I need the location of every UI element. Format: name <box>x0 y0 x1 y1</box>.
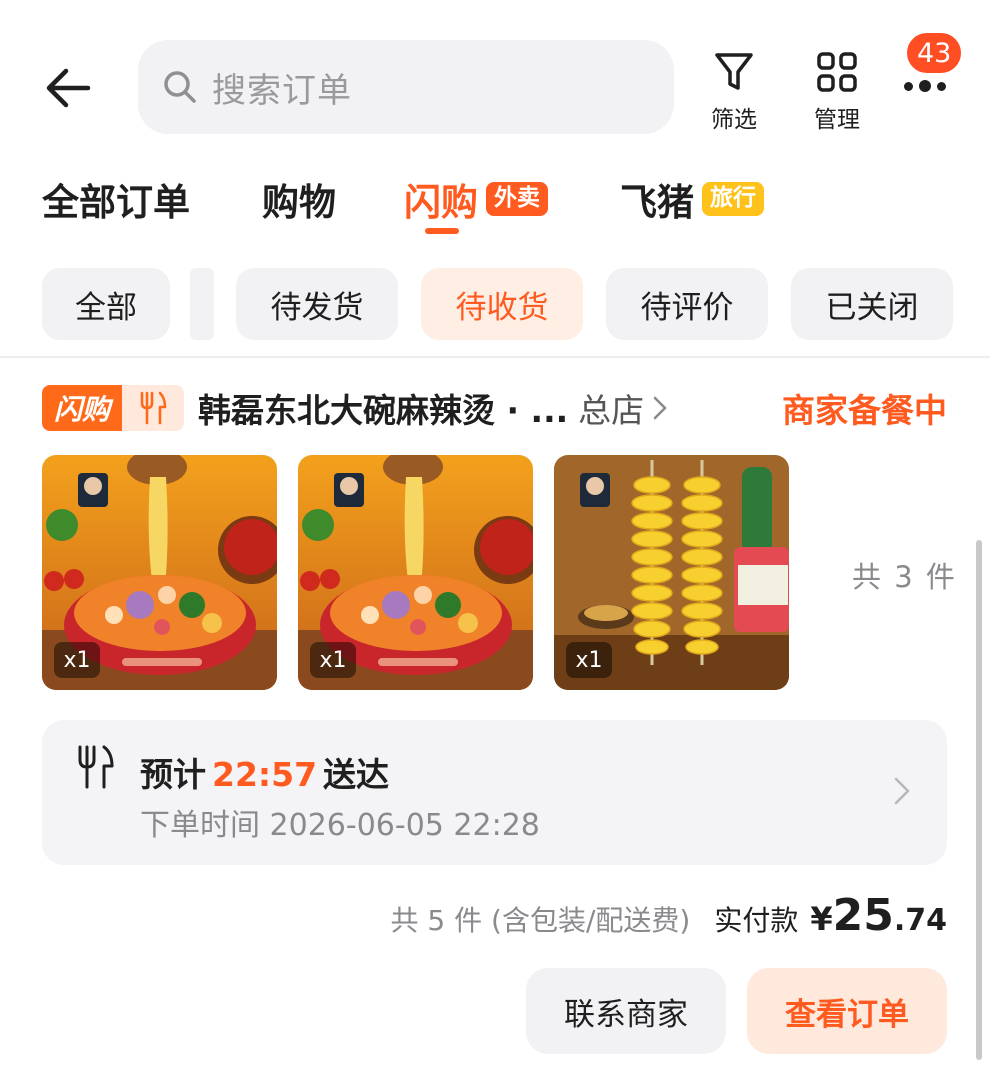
tab-label: 全部订单 <box>42 181 190 224</box>
button-label: 联系商家 <box>564 996 688 1033</box>
tab-shopping[interactable]: 购物 <box>262 172 336 226</box>
utensils-icon <box>76 744 116 794</box>
chip-to-receive[interactable]: 待收货 <box>421 268 583 340</box>
active-tab-indicator <box>425 228 459 234</box>
chip-to-ship[interactable]: 待发货 <box>236 268 398 340</box>
search-placeholder: 搜索订单 <box>212 70 352 111</box>
chip-separator <box>190 268 214 340</box>
tab-label: 购物 <box>262 181 336 224</box>
order-time: 下单时间 2026-06-05 22:28 <box>140 808 540 843</box>
filter-button[interactable]: 筛选 <box>694 50 774 134</box>
back-button[interactable] <box>40 58 100 118</box>
arrow-left-icon <box>46 68 91 108</box>
shop-name[interactable]: 韩磊东北大碗麻辣烫 · ... <box>198 384 568 432</box>
order-status: 商家备餐中 <box>782 391 947 430</box>
contact-merchant-button[interactable]: 联系商家 <box>526 968 726 1054</box>
chip-all[interactable]: 全部 <box>42 268 170 340</box>
eta-text: 预计 22:57 送达 <box>140 748 389 796</box>
items-summary: 共 5 件 (含包装/配送费) <box>390 904 691 937</box>
scrollbar[interactable] <box>976 540 982 1060</box>
more-dots-icon <box>904 80 946 92</box>
chip-label: 全部 <box>75 289 137 326</box>
amount-decimal: .74 <box>893 903 947 938</box>
travel-tag: 旅行 <box>702 182 764 216</box>
eta-time: 22:57 <box>212 755 318 794</box>
chip-closed[interactable]: 已关闭 <box>791 268 953 340</box>
chip-label: 待收货 <box>455 289 549 326</box>
tab-fliggy[interactable]: 飞猪 旅行 <box>620 172 764 226</box>
item-thumbnail[interactable]: x1 <box>554 455 789 690</box>
chevron-right-icon <box>652 395 668 421</box>
tab-all-orders[interactable]: 全部订单 <box>42 172 190 226</box>
funnel-icon <box>715 53 753 90</box>
utensils-icon <box>122 385 185 431</box>
currency-symbol: ¥ <box>810 900 833 938</box>
item-thumbnail[interactable]: x1 <box>298 455 533 690</box>
quantity-badge: x1 <box>54 642 100 678</box>
shop-header[interactable]: 闪购 韩磊东北大碗麻辣烫 · ... 总店 商家备餐中 <box>42 382 947 434</box>
chevron-right-icon <box>893 776 911 810</box>
platform-tag: 闪购 <box>42 385 123 431</box>
eta-prefix: 预计 <box>140 755 206 794</box>
item-thumbnail[interactable]: x1 <box>42 455 277 690</box>
flash-buy-logo: 闪购 <box>42 385 185 431</box>
tab-flash-buy[interactable]: 闪购 外卖 <box>404 172 548 226</box>
eta-suffix: 送达 <box>323 755 390 794</box>
section-divider <box>0 356 990 358</box>
view-order-button[interactable]: 查看订单 <box>747 968 947 1054</box>
quantity-badge: x1 <box>566 642 612 678</box>
grid-icon <box>817 52 857 92</box>
chip-label: 已关闭 <box>825 289 919 326</box>
message-count-badge: 43 <box>904 30 965 76</box>
manage-label: 管理 <box>814 107 860 133</box>
delivery-eta-panel[interactable]: 预计 22:57 送达 下单时间 2026-06-05 22:28 <box>42 720 947 865</box>
items-count: 共 3 件 <box>852 560 957 594</box>
quantity-badge: x1 <box>310 642 356 678</box>
manage-button[interactable]: 管理 <box>797 50 877 134</box>
payment-summary: 共 5 件 (含包装/配送费) 实付款 ¥ 25 .74 <box>391 890 947 941</box>
chip-label: 待评价 <box>640 289 734 326</box>
search-input[interactable]: 搜索订单 <box>138 40 674 134</box>
chip-label: 待发货 <box>270 289 364 326</box>
tab-label: 闪购 <box>404 181 478 224</box>
paid-label: 实付款 <box>714 904 799 937</box>
search-icon <box>164 71 196 103</box>
filter-label: 筛选 <box>711 107 757 133</box>
takeout-tag: 外卖 <box>486 182 548 216</box>
chip-to-review[interactable]: 待评价 <box>606 268 768 340</box>
shop-branch[interactable]: 总店 <box>578 384 644 432</box>
more-button[interactable]: 43 <box>896 30 976 110</box>
tab-label: 飞猪 <box>620 181 694 224</box>
amount-integer: 25 <box>832 890 894 941</box>
button-label: 查看订单 <box>785 996 909 1033</box>
